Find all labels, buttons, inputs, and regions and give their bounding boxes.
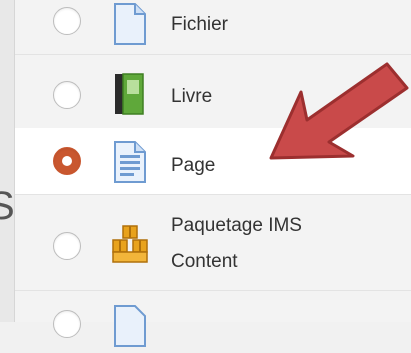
- page-icon: [111, 140, 147, 183]
- book-icon: [111, 72, 147, 115]
- activity-label: Paquetage IMS Content: [171, 215, 302, 272]
- ims-package-icon: [111, 222, 148, 263]
- activity-label: Page: [171, 155, 216, 176]
- activity-label: Fichier: [171, 14, 229, 35]
- file-icon: [111, 2, 147, 45]
- activity-option-fichier[interactable]: Fichier: [15, 0, 411, 55]
- activity-option-partial[interactable]: [15, 290, 411, 347]
- radio-page[interactable]: [53, 147, 81, 175]
- pointer-arrow-annotation: [255, 58, 411, 188]
- left-gutter: [0, 0, 15, 322]
- radio-fichier[interactable]: [53, 7, 81, 35]
- radio-partial[interactable]: [53, 310, 81, 338]
- activity-label: Livre: [171, 86, 213, 107]
- radio-livre[interactable]: [53, 81, 81, 109]
- clipped-heading-letter: S: [0, 184, 15, 228]
- activity-option-paquetage-ims[interactable]: Paquetage IMS Content: [15, 194, 411, 291]
- radio-paquetage-ims[interactable]: [53, 232, 81, 260]
- file-icon: [111, 304, 147, 347]
